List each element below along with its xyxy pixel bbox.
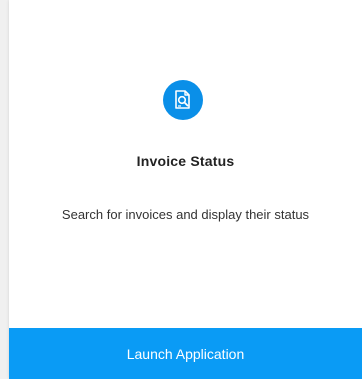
card-description: Search for invoices and display their st… xyxy=(61,207,310,222)
launch-application-button[interactable]: Launch Application xyxy=(9,328,362,379)
app-card: Invoice Status Search for invoices and d… xyxy=(9,0,362,379)
card-title: Invoice Status xyxy=(136,153,235,169)
document-search-icon xyxy=(163,80,203,120)
